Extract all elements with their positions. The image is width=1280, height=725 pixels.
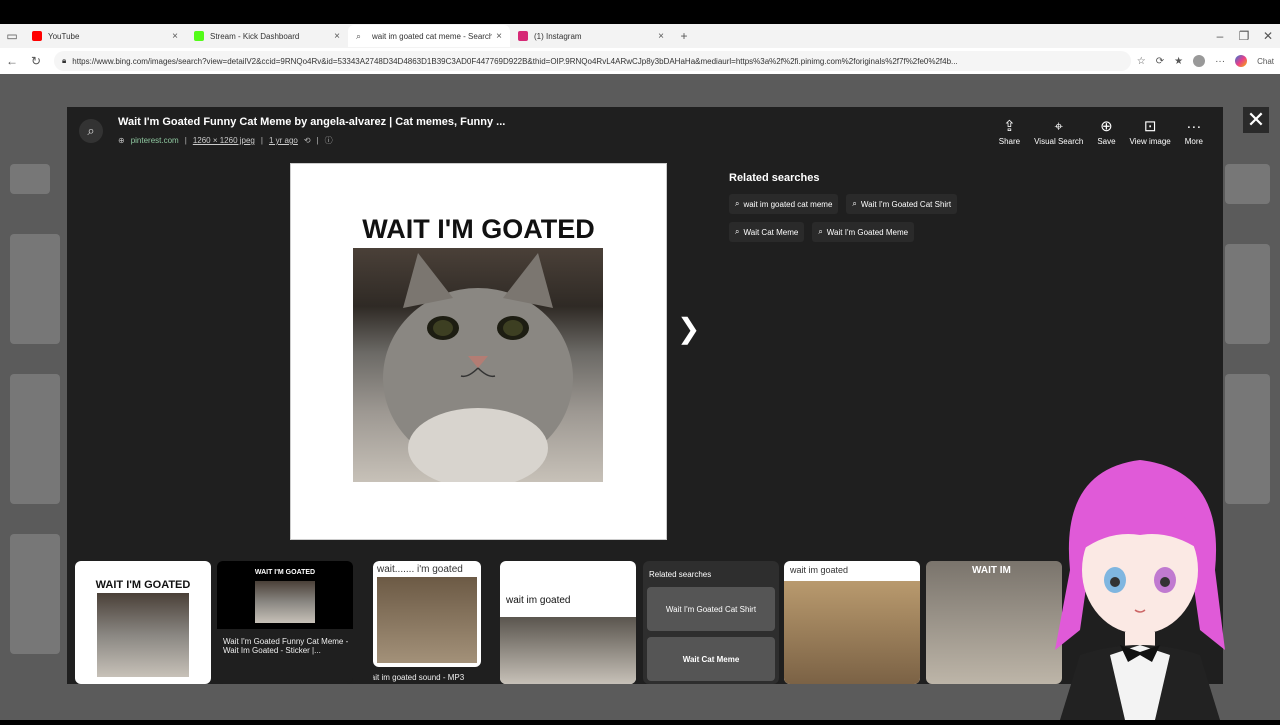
search-icon[interactable]: ⌕: [79, 119, 103, 143]
profile-avatar-icon[interactable]: [1193, 55, 1206, 67]
cat-thumb-image: [97, 593, 189, 677]
tab-youtube[interactable]: YouTube ×: [24, 25, 186, 47]
search-favicon-icon: ⌕: [356, 31, 362, 41]
meme-caption: WAIT I'M GOATED: [362, 214, 595, 244]
tab-actions-icon[interactable]: ▭: [0, 29, 24, 43]
cat-thumb-image: [500, 617, 636, 684]
view-image-icon: ⊡: [1143, 118, 1157, 135]
refresh-icon[interactable]: ↻: [24, 54, 48, 68]
close-tab-icon[interactable]: ×: [496, 31, 502, 42]
tab-title: (1) Instagram: [534, 31, 582, 41]
favorite-star-icon[interactable]: ☆: [1137, 56, 1146, 67]
tab-title: wait im goated cat meme - Search: [372, 31, 493, 41]
minimize-icon[interactable]: –: [1208, 29, 1232, 43]
thumbnail[interactable]: wait....... i'm goated wait im goated so…: [373, 561, 509, 684]
globe-icon: ⊕: [118, 136, 125, 145]
vtuber-avatar: [1040, 450, 1240, 720]
cat-thumb-image: [377, 577, 477, 663]
related-chip[interactable]: ⌕ Wait I'm Goated Meme: [812, 222, 915, 242]
tab-instagram[interactable]: (1) Instagram ×: [510, 25, 672, 47]
close-window-icon[interactable]: ✕: [1256, 29, 1280, 43]
search-icon: ⌕: [735, 227, 740, 236]
image-meta: ⊕ pinterest.com | 1260 × 1260 jpeg | 1 y…: [118, 135, 333, 146]
tab-bing[interactable]: ⌕ wait im goated cat meme - Search ×: [348, 25, 510, 47]
history-icon[interactable]: ⟲: [304, 136, 311, 145]
related-chip[interactable]: ⌕ wait im goated cat meme: [729, 194, 839, 214]
chat-label[interactable]: Chat: [1257, 57, 1274, 66]
related-searches: Related searches ⌕ wait im goated cat mem…: [729, 172, 989, 242]
cat-thumb-image: [784, 581, 920, 684]
extensions-icon[interactable]: ⟳: [1156, 56, 1164, 67]
related-chip[interactable]: ⌕ Wait Cat Meme: [729, 222, 805, 242]
url-field[interactable]: 🔒︎ https://www.bing.com/images/search?vi…: [54, 51, 1131, 71]
related-searches-card[interactable]: Related searches Wait I'm Goated Cat Shi…: [643, 561, 779, 684]
thumbnail[interactable]: wait im goated: [500, 561, 636, 684]
back-icon[interactable]: ←: [0, 54, 24, 68]
cat-thumb-image: [255, 581, 315, 623]
close-tab-icon[interactable]: ×: [334, 31, 340, 42]
more-menu-icon[interactable]: ···: [1215, 56, 1225, 67]
search-icon: ⌕: [852, 199, 857, 208]
tab-title: YouTube: [48, 31, 80, 41]
copilot-icon[interactable]: [1235, 55, 1248, 67]
tab-strip: ▭ YouTube × Stream - Kick Dashboard × ⌕ …: [0, 24, 1280, 48]
related-chip[interactable]: ⌕ Wait I'm Goated Cat Shirt: [846, 194, 958, 214]
view-image-button[interactable]: ⊡ View image: [1130, 117, 1171, 146]
instagram-favicon-icon: [518, 31, 528, 41]
close-tab-icon[interactable]: ×: [172, 31, 178, 42]
main-image[interactable]: WAIT I'M GOATED: [290, 163, 667, 540]
next-image-icon[interactable]: ❯: [677, 312, 700, 345]
favorites-icon[interactable]: ★: [1174, 56, 1183, 67]
address-bar: ← ↻ 🔒︎ https://www.bing.com/images/searc…: [0, 48, 1280, 74]
more-button[interactable]: ··· More: [1185, 117, 1203, 146]
source-link[interactable]: pinterest.com: [131, 136, 179, 145]
close-modal-icon[interactable]: ✕: [1243, 107, 1269, 133]
dimensions-link[interactable]: 1260 × 1260 jpeg: [193, 136, 255, 145]
kick-favicon-icon: [194, 31, 204, 41]
search-icon: ⌕: [818, 227, 823, 236]
action-toolbar: ⇪ Share ⌖ Visual Search ⊕ Save ⊡ View im…: [999, 117, 1203, 146]
new-tab-icon[interactable]: +: [672, 29, 696, 43]
url-text: https://www.bing.com/images/search?view=…: [72, 56, 958, 66]
search-icon: ⌕: [735, 199, 740, 208]
thumbnail[interactable]: WAIT I'M GOATED: [75, 561, 211, 684]
thumbnail[interactable]: WAIT I'M GOATED Wait I'm Goated Funny Ca…: [217, 561, 353, 684]
tab-kick[interactable]: Stream - Kick Dashboard ×: [186, 25, 348, 47]
cat-photo: [353, 248, 603, 482]
lock-icon: 🔒︎: [62, 56, 67, 65]
visual-search-button[interactable]: ⌖ Visual Search: [1034, 117, 1083, 146]
info-icon[interactable]: ⓘ: [325, 135, 333, 146]
more-icon: ···: [1186, 118, 1202, 135]
save-button[interactable]: ⊕ Save: [1097, 117, 1115, 146]
close-tab-icon[interactable]: ×: [658, 31, 664, 42]
share-button[interactable]: ⇪ Share: [999, 117, 1020, 146]
restore-icon[interactable]: ❐: [1232, 29, 1256, 43]
modal-header: ⌕ Wait I'm Goated Funny Cat Meme by ange…: [67, 107, 1223, 155]
save-icon: ⊕: [1100, 118, 1113, 135]
top-black-bar: [0, 0, 1280, 24]
share-icon: ⇪: [1003, 118, 1016, 135]
youtube-favicon-icon: [32, 31, 42, 41]
thumbnail[interactable]: wait im goated: [784, 561, 920, 684]
age-link[interactable]: 1 yr ago: [269, 136, 298, 145]
visual-search-icon: ⌖: [1054, 118, 1063, 135]
related-heading: Related searches: [729, 172, 820, 184]
image-title[interactable]: Wait I'm Goated Funny Cat Meme by angela…: [118, 116, 505, 128]
tab-title: Stream - Kick Dashboard: [210, 31, 300, 41]
